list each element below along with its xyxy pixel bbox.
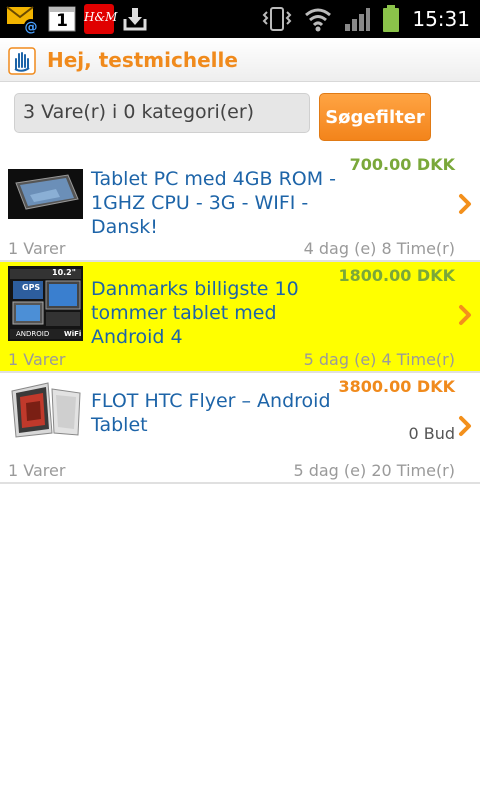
status-bar: @ 1 H&M 15:31 xyxy=(0,0,480,38)
hand-icon xyxy=(8,47,36,75)
page-title: Hej, testmichelle xyxy=(47,48,238,72)
list-item[interactable]: FLOT HTC Flyer – Android Tablet 3800.00 … xyxy=(0,373,480,484)
item-price: 700.00 DKK xyxy=(349,155,455,174)
chevron-right-icon[interactable] xyxy=(458,304,472,326)
product-thumbnail xyxy=(8,381,83,439)
battery-icon xyxy=(382,5,400,33)
item-time-left: 4 dag (e) 8 Time(r) xyxy=(303,239,455,258)
wifi-icon xyxy=(304,6,332,32)
list-item[interactable]: 10.2" GPS ANDROID WiFi Danmarks billigst… xyxy=(0,262,480,373)
hm-app-icon: H&M xyxy=(84,4,118,34)
download-icon xyxy=(122,5,148,33)
calendar-day: 1 xyxy=(56,11,68,31)
vibrate-icon xyxy=(262,6,292,32)
item-quantity: 1 Varer xyxy=(8,350,66,369)
item-price: 3800.00 DKK xyxy=(338,377,455,396)
signal-icon xyxy=(344,6,371,32)
calendar-1-icon: 1 xyxy=(48,5,76,33)
auction-list: Tablet PC med 4GB ROM - 1GHZ CPU - 3G - … xyxy=(0,151,480,484)
chevron-right-icon[interactable] xyxy=(458,415,472,437)
hm-label: H&M xyxy=(84,10,118,24)
item-title[interactable]: Tablet PC med 4GB ROM - 1GHZ CPU - 3G - … xyxy=(91,167,341,239)
clock: 15:31 xyxy=(412,7,470,31)
item-time-left: 5 dag (e) 20 Time(r) xyxy=(293,461,455,480)
item-title[interactable]: FLOT HTC Flyer – Android Tablet xyxy=(91,389,341,437)
thumb-text-gps: GPS xyxy=(22,283,41,292)
item-quantity: 1 Varer xyxy=(8,461,66,480)
item-title[interactable]: Danmarks billigste 10 tommer tablet med … xyxy=(91,277,341,349)
product-thumbnail xyxy=(8,169,83,219)
search-row: 3 Vare(r) i 0 kategori(er) Søgefilter xyxy=(0,82,480,158)
product-thumbnail: 10.2" GPS ANDROID WiFi xyxy=(8,266,83,341)
app-header: Hej, testmichelle xyxy=(0,38,480,82)
search-input[interactable]: 3 Vare(r) i 0 kategori(er) xyxy=(14,93,310,133)
thumb-text-wifi: WiFi xyxy=(64,330,82,338)
thumb-text-size: 10.2" xyxy=(52,268,76,277)
chevron-right-icon[interactable] xyxy=(458,193,472,215)
item-price: 1800.00 DKK xyxy=(338,266,455,285)
system-icons: 15:31 xyxy=(262,4,470,34)
list-item[interactable]: Tablet PC med 4GB ROM - 1GHZ CPU - 3G - … xyxy=(0,151,480,262)
svg-text:@: @ xyxy=(25,20,38,34)
thumb-text-android: ANDROID xyxy=(16,330,50,338)
search-filter-button[interactable]: Søgefilter xyxy=(319,93,431,141)
item-time-left: 5 dag (e) 4 Time(r) xyxy=(303,350,455,369)
item-bids: 0 Bud xyxy=(408,424,455,443)
notification-icons: @ 1 H&M xyxy=(6,4,148,35)
mail-at-icon: @ xyxy=(6,4,40,35)
item-quantity: 1 Varer xyxy=(8,239,66,258)
